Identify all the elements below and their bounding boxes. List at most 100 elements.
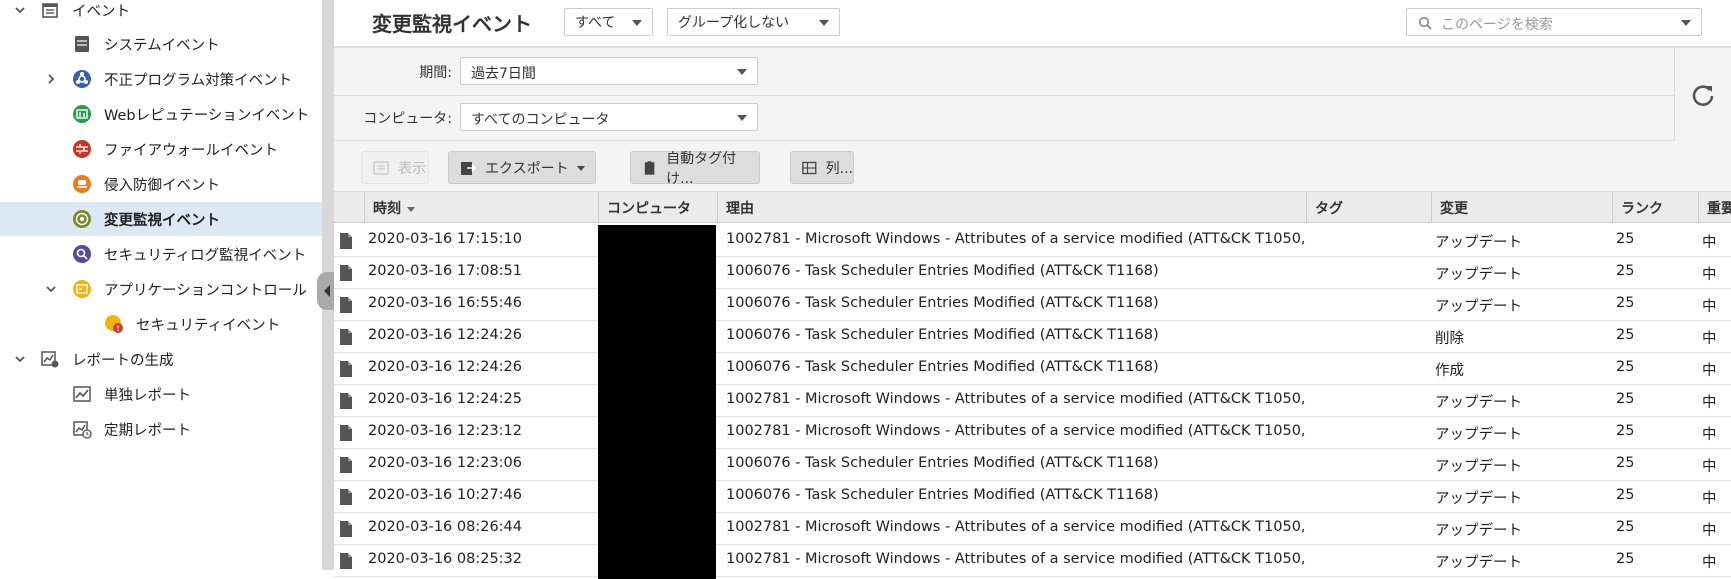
auto-tag-label: 自動タグ付け... <box>666 150 737 187</box>
column-header-computer[interactable]: コンピュータ <box>598 192 717 223</box>
refresh-button[interactable] <box>1674 48 1731 141</box>
period-value: 過去7日間 <box>471 66 536 82</box>
view-button[interactable]: 表示 <box>361 151 429 184</box>
page-title: 変更監視イベント <box>372 12 532 36</box>
period-select[interactable]: 過去7日間 <box>460 57 758 85</box>
table-row[interactable]: 2020-03-16 12:24:26 1006076 - Task Schedu… <box>334 321 1731 353</box>
document-icon <box>340 297 352 313</box>
column-header-change[interactable]: 変更 <box>1431 192 1612 223</box>
event-filter-select[interactable]: すべて <box>564 8 653 36</box>
sidebar-item-events[interactable]: イベント <box>0 0 322 27</box>
cell-severity: 中 <box>1702 363 1717 379</box>
export-icon <box>461 161 477 175</box>
cell-severity: 中 <box>1702 235 1717 251</box>
tag-icon <box>644 160 655 175</box>
columns-button[interactable]: 列... <box>790 151 854 184</box>
cell-reason: 1002781 - Microsoft Windows - Attributes… <box>726 551 1306 567</box>
sidebar-item-label: 侵入防御イベント <box>104 178 220 194</box>
cell-change: アップデート <box>1435 555 1522 571</box>
sidebar-item-anti-malware-events[interactable]: 不正プログラム対策イベント <box>0 62 322 96</box>
cell-reason: 1006076 - Task Scheduler Entries Modifie… <box>726 295 1159 311</box>
sidebar-item-application-control[interactable]: アプリケーションコントロール <box>0 272 322 306</box>
sidebar: イベント システムイベント 不正プログラム対策イベント Webレピュテーションイ… <box>0 0 322 579</box>
column-header-rank[interactable]: ランク <box>1612 192 1698 223</box>
cell-time: 2020-03-16 12:23:12 <box>368 423 522 439</box>
cell-reason: 1002781 - Microsoft Windows - Attributes… <box>726 423 1306 439</box>
column-header-label: コンピュータ <box>607 201 691 217</box>
table-row[interactable]: 2020-03-16 08:25:32 1002781 - Microsoft W… <box>334 545 1731 577</box>
table-row[interactable]: 2020-03-16 12:24:25 1002781 - Microsoft W… <box>334 385 1731 417</box>
cell-change: アップデート <box>1435 523 1522 539</box>
cell-time: 2020-03-16 08:26:44 <box>368 519 522 535</box>
sidebar-item-intrusion-prevention-events[interactable]: 侵入防御イベント <box>0 167 322 201</box>
cell-severity: 中 <box>1702 427 1717 443</box>
table-row[interactable]: 2020-03-16 17:15:10 1002781 - Microsoft W… <box>334 225 1731 257</box>
column-header-label: タグ <box>1315 201 1343 217</box>
table-row[interactable]: 2020-03-16 12:23:12 1002781 - Microsoft W… <box>334 417 1731 449</box>
computer-select[interactable]: すべてのコンピュータ <box>460 103 758 131</box>
events-table: 時刻 コンピュータ 理由 タグ 変更 ランク 重要 2020-03-16 17:… <box>334 191 1731 579</box>
column-header-tag[interactable]: タグ <box>1306 192 1431 223</box>
cell-rank: 25 <box>1616 455 1635 471</box>
table-row[interactable]: 2020-03-16 08:26:44 1002781 - Microsoft W… <box>334 513 1731 545</box>
search-input[interactable]: このページを検索 <box>1406 8 1702 36</box>
cell-time: 2020-03-16 17:15:10 <box>368 231 522 247</box>
document-icon <box>340 489 352 505</box>
chevron-down-icon[interactable] <box>13 3 27 17</box>
sidebar-item-log-inspection-events[interactable]: セキュリティログ監視イベント <box>0 237 322 271</box>
group-by-select[interactable]: グループ化しない <box>667 8 840 36</box>
table-row[interactable]: 2020-03-16 12:24:26 1006076 - Task Schedu… <box>334 353 1731 385</box>
sidebar-item-security-events[interactable]: セキュリティイベント <box>0 307 322 341</box>
dropdown-arrow-icon <box>577 166 585 171</box>
chevron-down-icon[interactable] <box>13 352 27 366</box>
sidebar-item-label: アプリケーションコントロール <box>104 283 307 299</box>
redacted-computer-column <box>598 225 716 579</box>
column-header-label: 重要 <box>1707 201 1731 217</box>
sidebar-item-label: 変更監視イベント <box>104 213 220 229</box>
cell-change: アップデート <box>1435 235 1522 251</box>
cell-rank: 25 <box>1616 263 1635 279</box>
cell-rank: 25 <box>1616 487 1635 503</box>
document-icon <box>340 329 352 345</box>
sidebar-item-web-reputation-events[interactable]: Webレピュテーションイベント <box>0 97 322 131</box>
sidebar-item-firewall-events[interactable]: ファイアウォールイベント <box>0 132 322 166</box>
columns-icon <box>802 161 817 174</box>
cell-severity: 中 <box>1702 267 1717 283</box>
sidebar-item-report-generation[interactable]: レポートの生成 <box>0 342 322 376</box>
table-row[interactable]: 2020-03-16 12:23:06 1006076 - Task Schedu… <box>334 449 1731 481</box>
column-header-reason[interactable]: 理由 <box>717 192 1306 223</box>
column-header-severity[interactable]: 重要 <box>1698 192 1731 223</box>
group-by-value: グループ化しない <box>678 15 790 31</box>
auto-tag-button[interactable]: 自動タグ付け... <box>630 151 760 187</box>
sidebar-item-system-events[interactable]: システムイベント <box>0 27 322 61</box>
table-row[interactable]: 2020-03-16 17:08:51 1006076 - Task Schedu… <box>334 257 1731 289</box>
chevron-down-icon[interactable] <box>44 282 58 296</box>
table-row[interactable]: 2020-03-16 10:27:46 1006076 - Task Schedu… <box>334 481 1731 513</box>
cell-severity: 中 <box>1702 299 1717 315</box>
cell-reason: 1002781 - Microsoft Windows - Attributes… <box>726 231 1306 247</box>
computer-label: コンピュータ: <box>363 111 452 127</box>
cell-change: 作成 <box>1435 363 1464 379</box>
sidebar-item-scheduled-report[interactable]: 定期レポート <box>0 412 322 446</box>
document-icon <box>340 425 352 441</box>
table-row[interactable]: 2020-03-16 16:55:46 1006076 - Task Schedu… <box>334 289 1731 321</box>
column-header-label: 時刻 <box>373 201 401 217</box>
export-button[interactable]: エクスポート <box>448 151 596 184</box>
sidebar-item-single-report[interactable]: 単独レポート <box>0 377 322 411</box>
calendar-icon <box>40 0 60 20</box>
cell-time: 2020-03-16 08:25:32 <box>368 551 522 567</box>
application-control-icon <box>72 279 92 299</box>
column-header-time[interactable]: 時刻 <box>364 192 598 223</box>
biohazard-icon <box>72 69 92 89</box>
dropdown-arrow-icon[interactable] <box>1681 20 1691 26</box>
chevron-right-icon[interactable] <box>44 72 58 86</box>
cell-change: 削除 <box>1435 331 1464 347</box>
dropdown-arrow-icon <box>819 20 829 26</box>
sidebar-item-integrity-monitoring-events[interactable]: 変更監視イベント <box>0 202 322 236</box>
dropdown-arrow-icon <box>737 115 747 121</box>
cell-rank: 25 <box>1616 551 1635 567</box>
cell-rank: 25 <box>1616 295 1635 311</box>
refresh-icon <box>1692 84 1714 106</box>
sidebar-item-label: ファイアウォールイベント <box>104 143 278 159</box>
integrity-monitoring-icon <box>72 209 92 229</box>
